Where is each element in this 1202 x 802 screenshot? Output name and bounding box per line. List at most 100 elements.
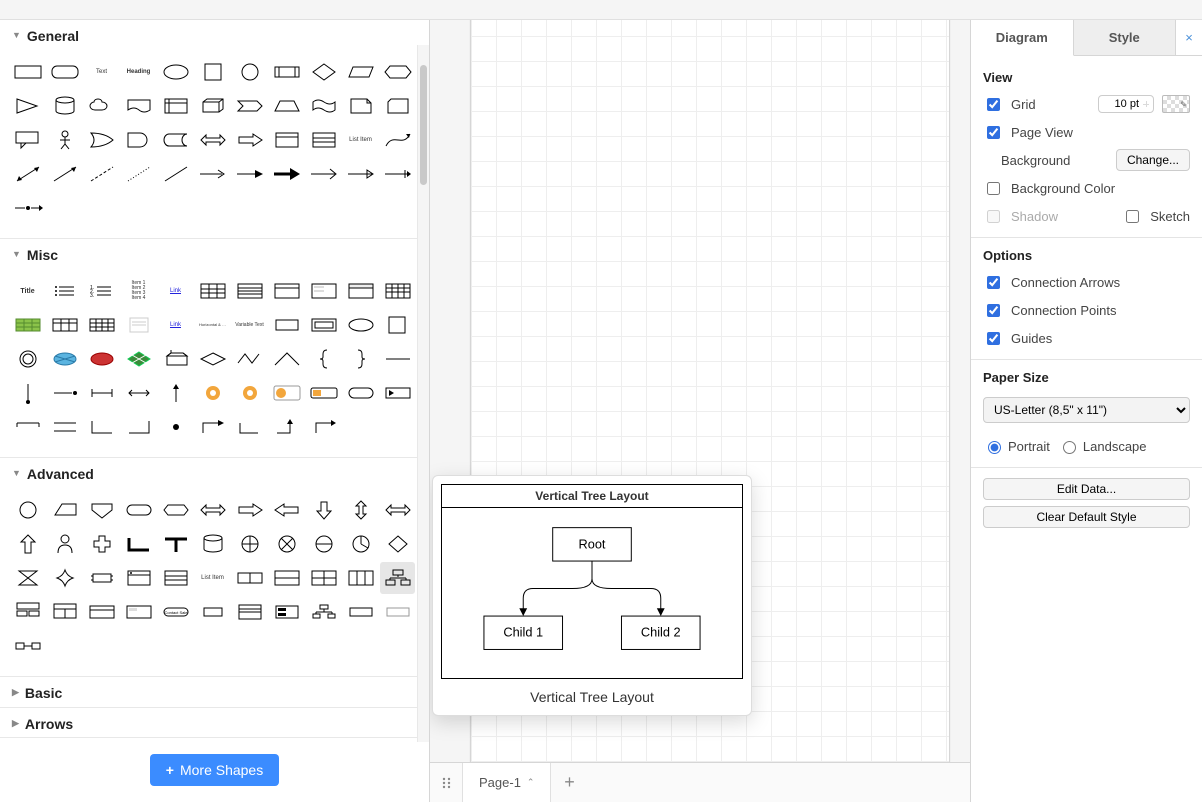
page-menu-icon[interactable] — [434, 763, 462, 802]
shape-ellipse[interactable] — [158, 56, 193, 88]
shape-text[interactable]: Text — [84, 56, 119, 88]
shape-brace-right[interactable] — [343, 343, 378, 375]
clear-default-style-button[interactable]: Clear Default Style — [983, 506, 1190, 528]
shape-rhombus2[interactable] — [195, 343, 230, 375]
shape-or[interactable] — [84, 124, 119, 156]
shape-internal-storage[interactable] — [158, 90, 193, 122]
portrait-radio[interactable] — [988, 441, 1001, 454]
shape-card[interactable] — [380, 90, 415, 122]
shape-adv-badge2[interactable] — [343, 596, 378, 628]
shape-list-item[interactable]: List Item — [343, 124, 378, 156]
shape-cube2[interactable] — [158, 343, 193, 375]
shape-small-text[interactable]: Horizontal & … — [195, 309, 230, 341]
shape-adv-shield[interactable] — [84, 494, 119, 526]
shape-adv-grid4[interactable] — [306, 562, 341, 594]
shape-rounded-outline[interactable] — [343, 377, 378, 409]
shape-dotted-line[interactable] — [121, 158, 156, 190]
shape-adv-pill[interactable] — [121, 494, 156, 526]
shape-vertical-tree-layout[interactable] — [380, 562, 415, 594]
shape-adv-mini1[interactable] — [195, 596, 230, 628]
shape-ol[interactable]: 1.2.3. — [84, 275, 119, 307]
shape-adv-trap[interactable] — [47, 494, 82, 526]
section-header-general[interactable]: ▼ General — [0, 20, 429, 50]
shape-green-diamond[interactable] — [121, 343, 156, 375]
shape-label-badge[interactable] — [306, 377, 341, 409]
shape-table3[interactable] — [47, 309, 82, 341]
shape-double-circle[interactable] — [10, 343, 45, 375]
shape-heading[interactable]: Heading — [121, 56, 156, 88]
shape-arrow-right[interactable] — [232, 124, 267, 156]
shape-window[interactable] — [269, 275, 304, 307]
paper-size-select[interactable]: US-Letter (8,5" x 11") — [983, 397, 1190, 423]
shape-container[interactable] — [269, 124, 304, 156]
shape-double-rect[interactable] — [306, 309, 341, 341]
shape-angle-line[interactable] — [269, 343, 304, 375]
shape-cube[interactable] — [195, 90, 230, 122]
shape-zigzag[interactable] — [232, 343, 267, 375]
shape-square2[interactable] — [380, 309, 415, 341]
shape-adv-cyl[interactable] — [195, 528, 230, 560]
shape-grid[interactable] — [380, 275, 415, 307]
grid-size-input[interactable] — [1098, 95, 1154, 113]
shape-dashed-line[interactable] — [84, 158, 119, 190]
shape-step[interactable] — [232, 90, 267, 122]
shape-table2[interactable] — [232, 275, 267, 307]
shape-process[interactable] — [269, 56, 304, 88]
shape-adv-arrow-l[interactable] — [269, 494, 304, 526]
shape-elbow1[interactable] — [195, 411, 230, 443]
canvas-viewport[interactable]: Vertical Tree Layout Root Child 1 Child … — [430, 20, 970, 762]
shape-open-arrow[interactable] — [306, 158, 341, 190]
shape-link[interactable]: Link — [158, 275, 193, 307]
shape-adv-circle[interactable] — [10, 494, 45, 526]
shape-data-storage[interactable] — [158, 124, 193, 156]
shape-adv-l1[interactable] — [121, 528, 156, 560]
shape-link-connector[interactable] — [10, 192, 45, 224]
shape-table4[interactable] — [84, 309, 119, 341]
shape-thin-arrow2[interactable] — [232, 158, 267, 190]
shape-note2[interactable] — [121, 309, 156, 341]
shape-adv-plus[interactable] — [84, 528, 119, 560]
edit-data-button[interactable]: Edit Data... — [983, 478, 1190, 500]
shape-corner-br[interactable] — [121, 411, 156, 443]
guides-checkbox[interactable] — [987, 332, 1000, 345]
shape-arrow-diag[interactable] — [47, 158, 82, 190]
shape-adv-labeled-box2[interactable] — [121, 596, 156, 628]
shape-biline[interactable] — [84, 377, 119, 409]
shape-browser[interactable] — [343, 275, 378, 307]
shape-tape[interactable] — [306, 90, 341, 122]
shape-table[interactable] — [195, 275, 230, 307]
shape-vline-up[interactable] — [158, 377, 193, 409]
shape-line[interactable] — [158, 158, 193, 190]
shape-list[interactable] — [306, 124, 341, 156]
shape-adv-arrow-u2[interactable] — [10, 528, 45, 560]
shape-adv-t[interactable] — [158, 528, 193, 560]
shape-adv-org[interactable] — [306, 596, 341, 628]
shape-trapezoid[interactable] — [269, 90, 304, 122]
shape-blue-ellipse[interactable] — [47, 343, 82, 375]
shape-adv-window[interactable] — [121, 562, 156, 594]
shape-items[interactable]: Item 1Item 2Item 3Item 4 — [121, 275, 156, 307]
section-header-basic[interactable]: ▶ Basic — [0, 676, 429, 707]
shape-adv-stack-v[interactable] — [269, 562, 304, 594]
shape-adv-hex[interactable] — [158, 494, 193, 526]
shape-adv-bi-arrow-outline[interactable] — [195, 494, 230, 526]
shape-adv-pie[interactable] — [343, 528, 378, 560]
shape-hline[interactable] — [380, 343, 415, 375]
shape-bracket-top2[interactable] — [47, 411, 82, 443]
shape-adv-person[interactable] — [47, 528, 82, 560]
shape-rounded-rect[interactable] — [47, 56, 82, 88]
shape-adv-stack-h[interactable] — [232, 562, 267, 594]
shape-cylinder[interactable] — [47, 90, 82, 122]
shape-adv-form2[interactable] — [158, 562, 193, 594]
shape-document[interactable] — [121, 90, 156, 122]
conn-points-checkbox[interactable] — [987, 304, 1000, 317]
shape-green-table[interactable] — [10, 309, 45, 341]
shape-elbow4[interactable] — [306, 411, 341, 443]
shape-elbow2[interactable] — [232, 411, 267, 443]
shape-adv-circle-plus[interactable] — [232, 528, 267, 560]
shape-hline-dot[interactable] — [47, 377, 82, 409]
shape-corner-bl[interactable] — [84, 411, 119, 443]
change-background-button[interactable]: Change... — [1116, 149, 1190, 171]
shape-triangle[interactable] — [10, 90, 45, 122]
section-header-misc[interactable]: ▼ Misc — [0, 238, 429, 269]
